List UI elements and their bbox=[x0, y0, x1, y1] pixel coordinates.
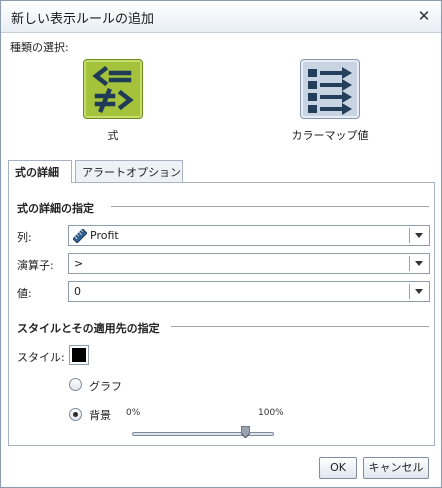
formula-details-heading: 式の詳細の指定 bbox=[17, 202, 94, 215]
operator-value: > bbox=[74, 257, 84, 270]
divider bbox=[171, 326, 429, 327]
cancel-button[interactable]: キャンセル bbox=[363, 457, 429, 479]
close-icon[interactable]: ✕ bbox=[415, 7, 433, 25]
apply-background-radio[interactable] bbox=[69, 408, 82, 421]
column-value: Profit bbox=[90, 229, 119, 242]
colormap-type-label: カラーマップ値 bbox=[291, 129, 369, 142]
value-field[interactable]: 0 bbox=[74, 285, 81, 298]
formula-type-button[interactable] bbox=[83, 59, 143, 119]
tab-alert-options[interactable]: アラートオプション bbox=[75, 160, 183, 182]
operator-label: 演算子: bbox=[17, 259, 54, 272]
divider bbox=[409, 228, 410, 243]
tab-formula-details[interactable]: 式の詳細 bbox=[8, 160, 72, 183]
apply-graph-label: グラフ bbox=[89, 380, 122, 393]
column-select[interactable]: Profit bbox=[68, 225, 430, 246]
style-color-swatch[interactable] bbox=[69, 345, 89, 365]
colormap-icon bbox=[308, 67, 352, 115]
formula-details-panel: 式の詳細の指定 列: Profit 演算子: > 値: 0 スタイルとその適用先… bbox=[8, 182, 435, 446]
slider-min-label: 0% bbox=[126, 408, 141, 418]
divider bbox=[111, 206, 429, 207]
operator-select[interactable]: > bbox=[68, 253, 430, 274]
value-label: 値: bbox=[17, 287, 32, 300]
chevron-down-icon[interactable] bbox=[415, 261, 423, 266]
title-bar: 新しい表示ルールの追加 ✕ bbox=[1, 1, 441, 33]
chevron-down-icon[interactable] bbox=[415, 289, 423, 294]
type-selection-label: 種類の選択: bbox=[10, 41, 69, 54]
slider-max-label: 100% bbox=[258, 408, 284, 418]
formula-type-label: 式 bbox=[107, 129, 119, 142]
style-heading: スタイルとその適用先の指定 bbox=[17, 322, 160, 335]
swatch-fill bbox=[72, 348, 86, 362]
measure-ruler-icon bbox=[73, 229, 87, 243]
formula-icon bbox=[92, 65, 134, 113]
colormap-type-button[interactable] bbox=[300, 59, 360, 119]
dialog-title: 新しい表示ルールの追加 bbox=[11, 12, 155, 27]
divider bbox=[409, 284, 410, 299]
style-label: スタイル: bbox=[17, 351, 65, 364]
column-label: 列: bbox=[17, 231, 32, 244]
ok-button[interactable]: OK bbox=[319, 457, 357, 479]
transparency-slider-track[interactable] bbox=[132, 432, 274, 436]
add-display-rule-dialog: 新しい表示ルールの追加 ✕ 種類の選択: 式 カラーマップ値 式の詳細 アラート… bbox=[0, 0, 442, 488]
chevron-down-icon[interactable] bbox=[415, 233, 423, 238]
slider-thumb[interactable] bbox=[241, 426, 251, 438]
apply-background-label: 背景 bbox=[89, 409, 111, 422]
apply-graph-radio[interactable] bbox=[69, 378, 82, 391]
value-combo[interactable]: 0 bbox=[68, 281, 430, 302]
divider bbox=[409, 256, 410, 271]
